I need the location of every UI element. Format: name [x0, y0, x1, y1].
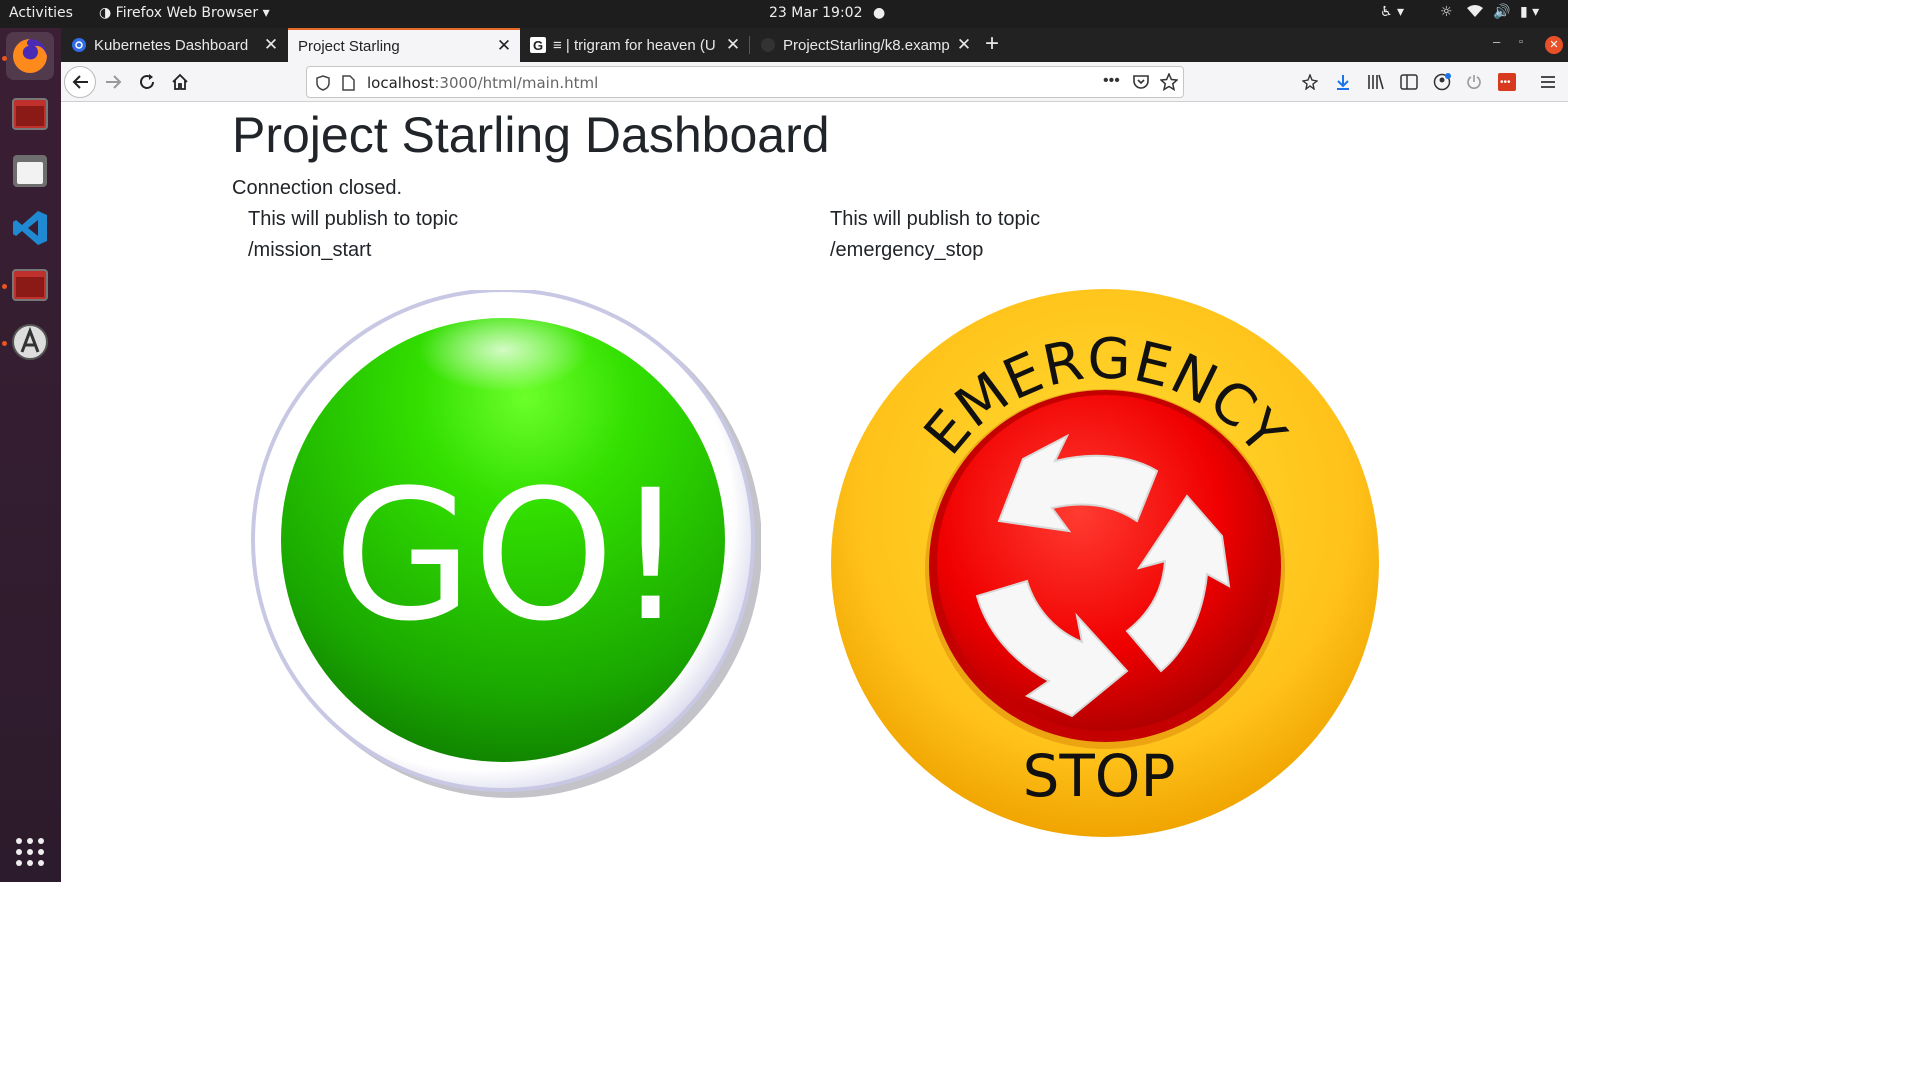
extension-icon[interactable]: •••	[1497, 72, 1517, 92]
clock[interactable]: 23 Mar 19:02 ●	[769, 5, 885, 21]
go-button[interactable]: GO!	[248, 290, 761, 802]
app-menu-label: Firefox Web Browser	[115, 5, 259, 21]
accessibility-icon[interactable]: ♿ ▾	[1380, 4, 1404, 20]
address-bar[interactable]: localhost:3000/html/main.html •••	[306, 66, 1184, 98]
shield-icon	[316, 75, 330, 91]
dock-software-updater[interactable]	[6, 318, 54, 366]
tab-project-starling[interactable]: Project Starling ✕	[288, 28, 520, 62]
dock-vscode[interactable]	[6, 204, 54, 252]
go-label: GO!	[333, 452, 686, 661]
firefox-small-icon: ◑	[99, 5, 112, 21]
reload-icon	[140, 74, 154, 89]
back-button[interactable]	[64, 66, 96, 98]
arrow-left-icon	[72, 75, 88, 89]
topic-name: /emergency_stop	[830, 239, 984, 261]
battery-icon[interactable]: ▮ ▾	[1520, 4, 1539, 20]
url-host: localhost	[367, 74, 435, 92]
sidebar-icon[interactable]	[1399, 72, 1419, 92]
url-text: localhost:3000/html/main.html	[367, 74, 598, 92]
library-icon[interactable]	[1366, 72, 1386, 92]
running-indicator	[2, 341, 7, 346]
system-top-bar: Activities ◑ Firefox Web Browser ▾ 23 Ma…	[0, 0, 1568, 28]
emergency-stop-button[interactable]: EMERGENCY STOP	[827, 286, 1383, 840]
account-icon[interactable]	[1432, 72, 1452, 92]
tab-label: ProjectStarling/k8.examp	[783, 36, 950, 54]
power-icon[interactable]	[1464, 72, 1484, 92]
dock-firefox[interactable]	[6, 32, 54, 80]
mission-start-info: This will publish to topic /mission_star…	[248, 204, 458, 266]
kubernetes-icon	[72, 38, 86, 52]
page-icon	[342, 75, 355, 91]
clock-label: 23 Mar 19:02	[769, 5, 863, 21]
github-icon	[761, 38, 775, 52]
terminal-icon	[12, 269, 48, 301]
home-button[interactable]	[164, 66, 196, 98]
close-tab-icon[interactable]: ✕	[494, 36, 514, 56]
downloads-icon[interactable]	[1333, 72, 1353, 92]
tab-strip: Kubernetes Dashboard ✕ Project Starling …	[61, 28, 1568, 62]
tab-label: Project Starling	[298, 37, 400, 55]
stop-bottom-label: STOP	[1023, 742, 1176, 810]
emergency-stop-info: This will publish to topic /emergency_st…	[830, 204, 1040, 266]
url-path: :3000/html/main.html	[434, 74, 599, 92]
tab-trigram[interactable]: G ≡ | trigram for heaven (U ✕	[520, 28, 749, 62]
go-highlight	[418, 308, 588, 392]
restore-window-button[interactable]: ▫	[1519, 36, 1523, 48]
tab-label: ≡ | trigram for heaven (U	[553, 36, 716, 54]
running-indicator	[2, 56, 7, 61]
google-g-icon: G	[530, 37, 546, 53]
close-tab-icon[interactable]: ✕	[261, 35, 281, 55]
forward-button[interactable]	[98, 66, 130, 98]
hamburger-menu-icon[interactable]	[1538, 72, 1558, 92]
vscode-icon	[13, 211, 47, 245]
topic-name: /mission_start	[248, 239, 372, 261]
reload-button[interactable]	[131, 66, 163, 98]
bookmark-star-icon[interactable]	[1160, 73, 1178, 91]
tab-github-projectstarling[interactable]: ProjectStarling/k8.examp ✕	[750, 28, 980, 62]
wifi-icon[interactable]	[1467, 4, 1483, 22]
navigation-toolbar: localhost:3000/html/main.html ••• •••	[61, 62, 1568, 102]
dock-terminal-app-2[interactable]	[6, 261, 54, 309]
ubuntu-dock	[0, 28, 61, 882]
dock-terminal-app[interactable]	[6, 90, 54, 138]
tab-kubernetes-dashboard[interactable]: Kubernetes Dashboard ✕	[61, 28, 287, 62]
page-title: Project Starling Dashboard	[232, 107, 830, 163]
dock-files[interactable]	[6, 147, 54, 195]
svg-text:•••: •••	[1500, 77, 1511, 88]
close-tab-icon[interactable]: ✕	[954, 35, 974, 55]
publish-description: This will publish to topic	[830, 208, 1041, 230]
close-tab-icon[interactable]: ✕	[723, 35, 743, 55]
firefox-icon	[13, 39, 47, 73]
show-applications-button[interactable]	[6, 828, 54, 876]
terminal-icon	[12, 98, 48, 130]
pin-icon[interactable]	[1300, 72, 1320, 92]
notification-dot-icon: ●	[872, 5, 886, 21]
folder-icon	[13, 155, 47, 187]
connection-status: Connection closed.	[232, 177, 403, 199]
app-menu[interactable]: ◑ Firefox Web Browser ▾	[99, 5, 270, 21]
new-tab-button[interactable]: +	[985, 30, 999, 58]
activities-button[interactable]: Activities	[9, 5, 73, 21]
publish-description: This will publish to topic	[248, 208, 459, 230]
pocket-icon[interactable]	[1133, 74, 1149, 90]
home-icon	[172, 73, 188, 90]
minimize-window-button[interactable]: –	[1493, 34, 1500, 49]
volume-icon[interactable]: 🔊	[1493, 4, 1510, 20]
svg-text:G: G	[533, 38, 543, 53]
page-actions-icon[interactable]: •••	[1103, 72, 1120, 90]
app-grid-icon	[16, 838, 44, 866]
software-updater-icon	[12, 324, 48, 360]
close-window-button[interactable]: ✕	[1545, 36, 1563, 54]
page-content: Project Starling Dashboard Connection cl…	[61, 102, 1568, 882]
running-indicator	[2, 284, 7, 289]
tab-label: Kubernetes Dashboard	[94, 36, 249, 54]
arrow-right-icon	[106, 75, 122, 89]
brightness-icon[interactable]: ☼	[1440, 4, 1453, 20]
chevron-down-icon: ▾	[262, 5, 270, 21]
